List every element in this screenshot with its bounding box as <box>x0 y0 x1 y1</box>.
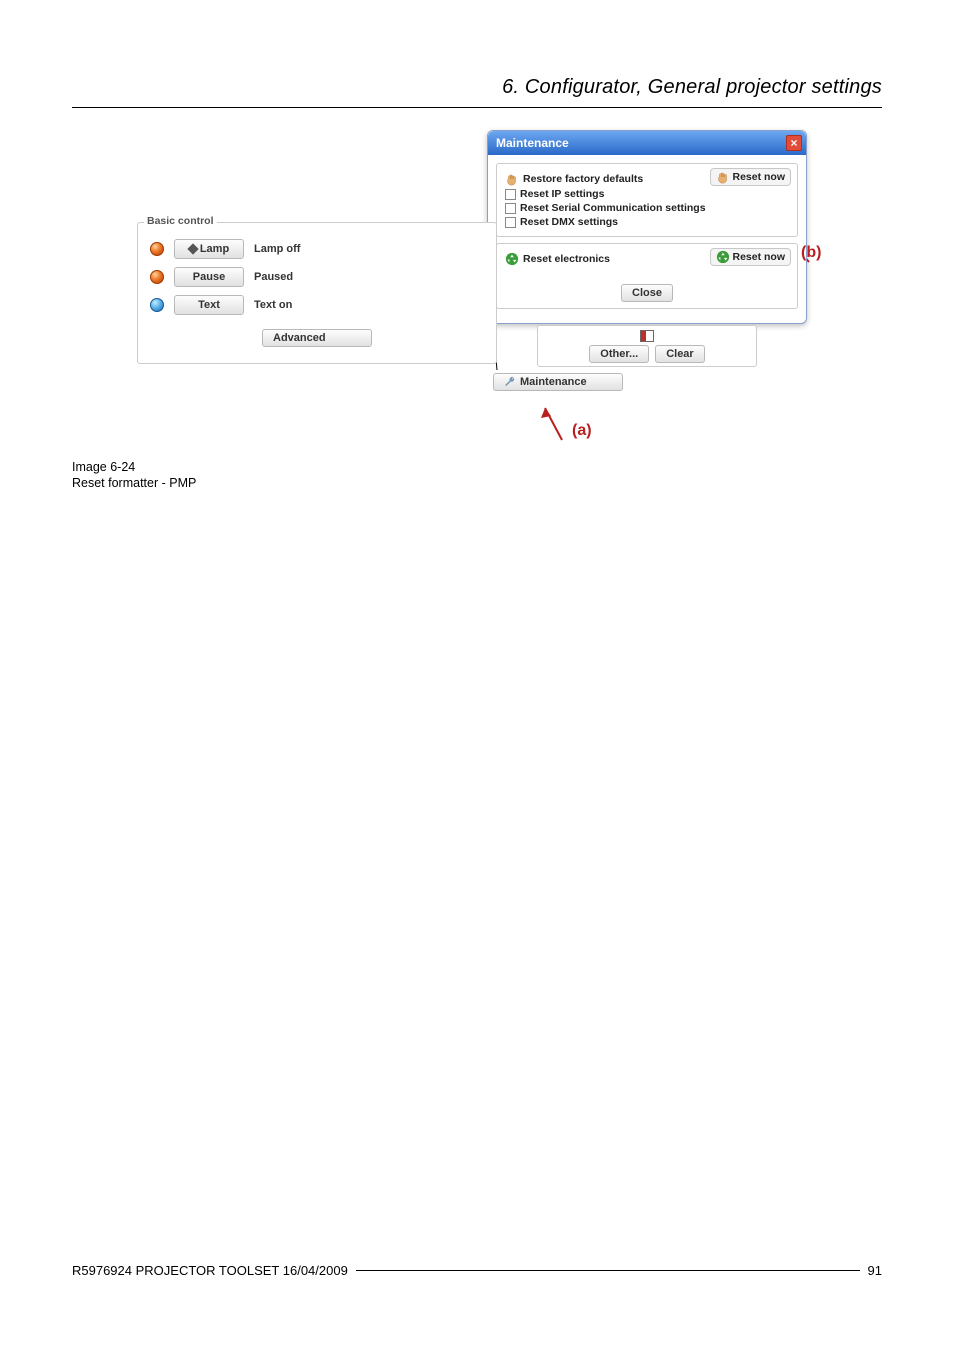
factory-defaults-section: Restore factory defaults Reset now Reset… <box>496 163 798 237</box>
basic-control-legend: Basic control <box>144 215 217 227</box>
basic-control-panel: Basic control Lamp Lamp off Pause Paused… <box>137 222 497 364</box>
restore-factory-label: Restore factory defaults <box>523 173 643 185</box>
recycle-icon <box>716 250 730 264</box>
recycle-icon <box>505 252 519 266</box>
page-number: 91 <box>868 1263 882 1278</box>
pause-status-icon <box>150 270 164 284</box>
page-footer: R5976924 PROJECTOR TOOLSET 16/04/2009 91 <box>72 1263 882 1278</box>
text-row: Text Text on <box>138 291 496 319</box>
lamp-button[interactable]: Lamp <box>174 239 244 259</box>
maintenance-button[interactable]: Maintenance <box>493 373 623 391</box>
flag-icon <box>640 330 654 342</box>
section-title: 6. Configurator, General projector setti… <box>72 76 882 99</box>
pause-row: Pause Paused <box>138 263 496 291</box>
clear-button[interactable]: Clear <box>655 345 705 363</box>
reset-serial-label: Reset Serial Communication settings <box>520 202 706 214</box>
bottom-strip: Other... Clear Maintenance <box>487 325 807 391</box>
reset-electronics-section: Reset electronics Reset now Close <box>496 243 798 309</box>
lamp-row: Lamp Lamp off <box>138 235 496 263</box>
lamp-status-label: Lamp off <box>254 243 300 255</box>
dialog-titlebar: Maintenance × <box>488 131 806 155</box>
hand-icon <box>716 170 730 184</box>
caption-line-2: Reset formatter - PMP <box>72 476 196 492</box>
close-icon[interactable]: × <box>786 135 802 151</box>
figure-caption: Image 6-24 Reset formatter - PMP <box>72 460 196 491</box>
pause-button[interactable]: Pause <box>174 267 244 287</box>
other-button[interactable]: Other... <box>589 345 649 363</box>
text-status-icon <box>150 298 164 312</box>
pause-status-label: Paused <box>254 271 293 283</box>
reset-dmx-label: Reset DMX settings <box>520 216 618 228</box>
footer-rule <box>356 1270 860 1271</box>
reset-now-bottom-button[interactable]: Reset now <box>710 248 791 266</box>
reset-dmx-checkbox[interactable] <box>505 217 516 228</box>
reset-serial-checkbox[interactable] <box>505 203 516 214</box>
reset-ip-checkbox[interactable] <box>505 189 516 200</box>
reset-electronics-label: Reset electronics <box>523 253 610 265</box>
lamp-status-icon <box>150 242 164 256</box>
page-header: 6. Configurator, General projector setti… <box>72 76 882 108</box>
maintenance-dialog: Maintenance × Restore factory defaults R… <box>487 130 807 324</box>
screenshot-composite: Maintenance × Restore factory defaults R… <box>137 130 817 450</box>
reset-now-top-label: Reset now <box>732 171 785 183</box>
annotation-b: (b) <box>801 244 821 262</box>
wrench-icon <box>504 376 516 388</box>
caption-line-1: Image 6-24 <box>72 460 196 476</box>
maintenance-button-label: Maintenance <box>520 376 587 388</box>
header-rule <box>72 107 882 108</box>
reset-now-top-button[interactable]: Reset now <box>710 168 791 186</box>
dialog-title: Maintenance <box>496 136 569 150</box>
advanced-button[interactable]: Advanced <box>262 329 372 347</box>
text-status-label: Text on <box>254 299 292 311</box>
logo-panel: Other... Clear <box>537 325 757 367</box>
text-button[interactable]: Text <box>174 295 244 315</box>
hand-icon <box>505 172 519 186</box>
reset-now-bottom-label: Reset now <box>732 251 785 263</box>
figure-area: Maintenance × Restore factory defaults R… <box>72 130 882 450</box>
reset-ip-label: Reset IP settings <box>520 188 604 200</box>
diamond-icon <box>187 243 198 254</box>
footer-text: R5976924 PROJECTOR TOOLSET 16/04/2009 <box>72 1263 348 1278</box>
annotation-a: (a) <box>572 422 592 440</box>
close-button[interactable]: Close <box>621 284 673 302</box>
